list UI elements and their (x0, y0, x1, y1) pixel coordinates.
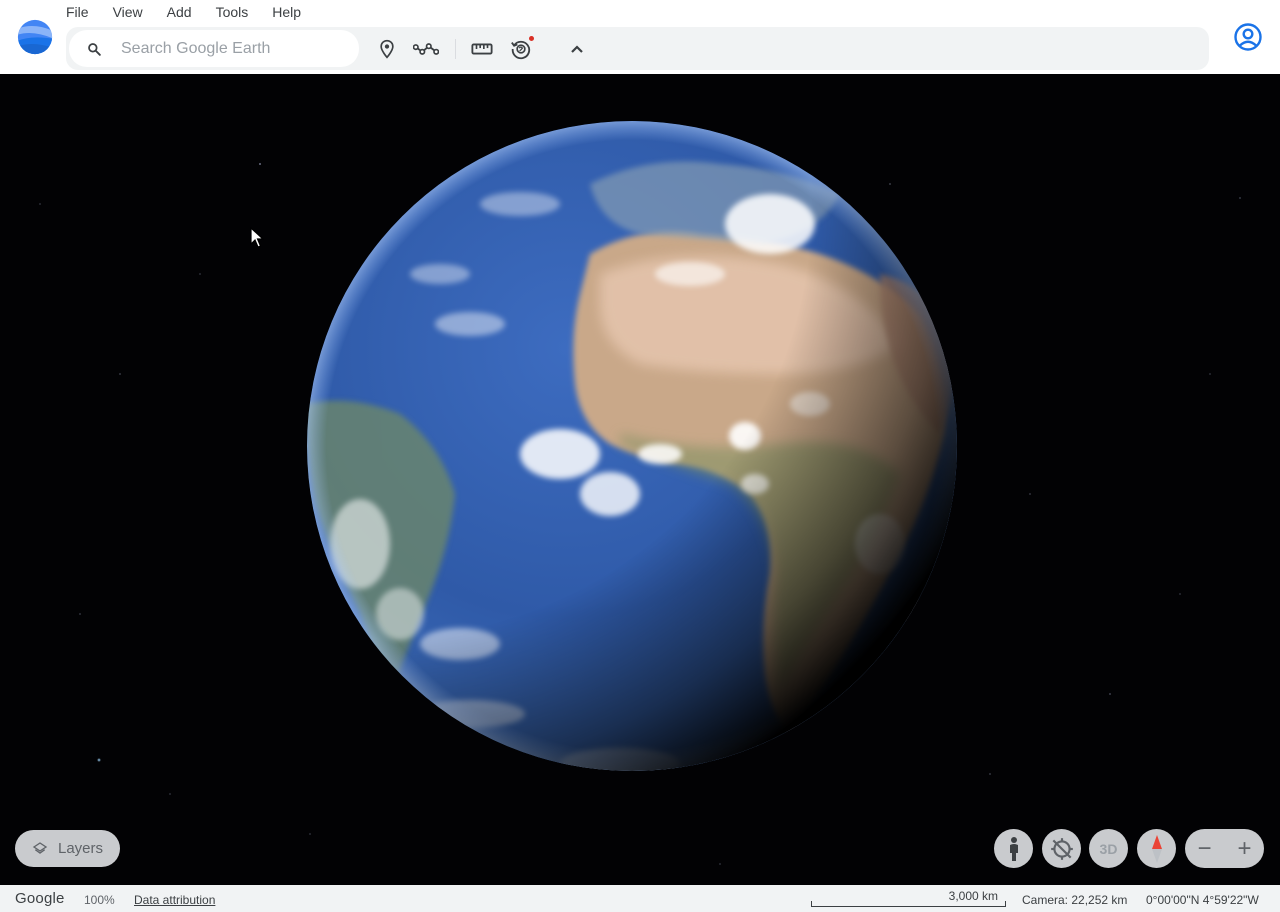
zoom-control: − + (1185, 829, 1264, 868)
google-brand: Google (15, 890, 65, 907)
reset-orientation-button[interactable] (1042, 829, 1081, 868)
historical-imagery-button[interactable] (507, 35, 535, 63)
street-view-button[interactable] (994, 829, 1033, 868)
toolbar (66, 27, 1209, 70)
toggle-3d-button[interactable]: 3D (1089, 829, 1128, 868)
search-box (69, 30, 359, 67)
menu-file[interactable]: File (54, 1, 101, 23)
scale-bar: 3,000 km (811, 888, 1006, 910)
search-input[interactable] (121, 30, 351, 67)
search-icon[interactable] (87, 42, 101, 56)
earth-globe[interactable] (0, 74, 1280, 885)
ruler-icon (471, 43, 493, 55)
chevron-up-icon (571, 45, 583, 53)
path-icon (413, 43, 439, 55)
zoom-in-button[interactable]: + (1225, 829, 1264, 868)
app-header: File View Add Tools Help (0, 0, 1280, 74)
add-placemark-button[interactable] (373, 35, 401, 63)
layers-icon (32, 841, 48, 854)
history-icon (511, 40, 531, 60)
status-bar: Google 100% Data attribution 3,000 km Ca… (0, 885, 1280, 912)
menu-add[interactable]: Add (155, 1, 204, 23)
measure-button[interactable] (468, 35, 496, 63)
zoom-out-button[interactable]: − (1185, 829, 1224, 868)
account-circle-icon[interactable] (1232, 21, 1264, 53)
compass-icon (1151, 834, 1162, 863)
toolbar-divider (455, 39, 456, 59)
camera-altitude: Camera: 22,252 km (1022, 893, 1128, 907)
draw-path-button[interactable] (412, 35, 440, 63)
pegman-icon (1009, 836, 1018, 861)
layers-button[interactable]: Layers (15, 830, 120, 867)
menu-view[interactable]: View (101, 1, 155, 23)
coordinates-readout: 0°00'00"N 4°59'22"W (1146, 893, 1259, 907)
notification-dot (529, 36, 534, 41)
data-attribution-link[interactable]: Data attribution (134, 893, 215, 907)
layers-label: Layers (58, 840, 104, 857)
collapse-toolbar-button[interactable] (563, 35, 591, 63)
scale-line (811, 901, 1006, 907)
compass-button[interactable] (1137, 829, 1176, 868)
placemark-icon (380, 39, 394, 59)
menu-bar: File View Add Tools Help (54, 0, 313, 24)
night-shadow (307, 121, 957, 771)
google-earth-logo[interactable] (16, 18, 54, 56)
reset-orientation-icon (1050, 837, 1073, 860)
menu-tools[interactable]: Tools (204, 1, 261, 23)
menu-help[interactable]: Help (260, 1, 313, 23)
3d-label: 3D (1099, 840, 1118, 857)
mouse-cursor-icon (250, 227, 265, 248)
zoom-percent: 100% (84, 893, 115, 907)
globe-viewer[interactable]: Layers 3D − + (0, 74, 1280, 885)
